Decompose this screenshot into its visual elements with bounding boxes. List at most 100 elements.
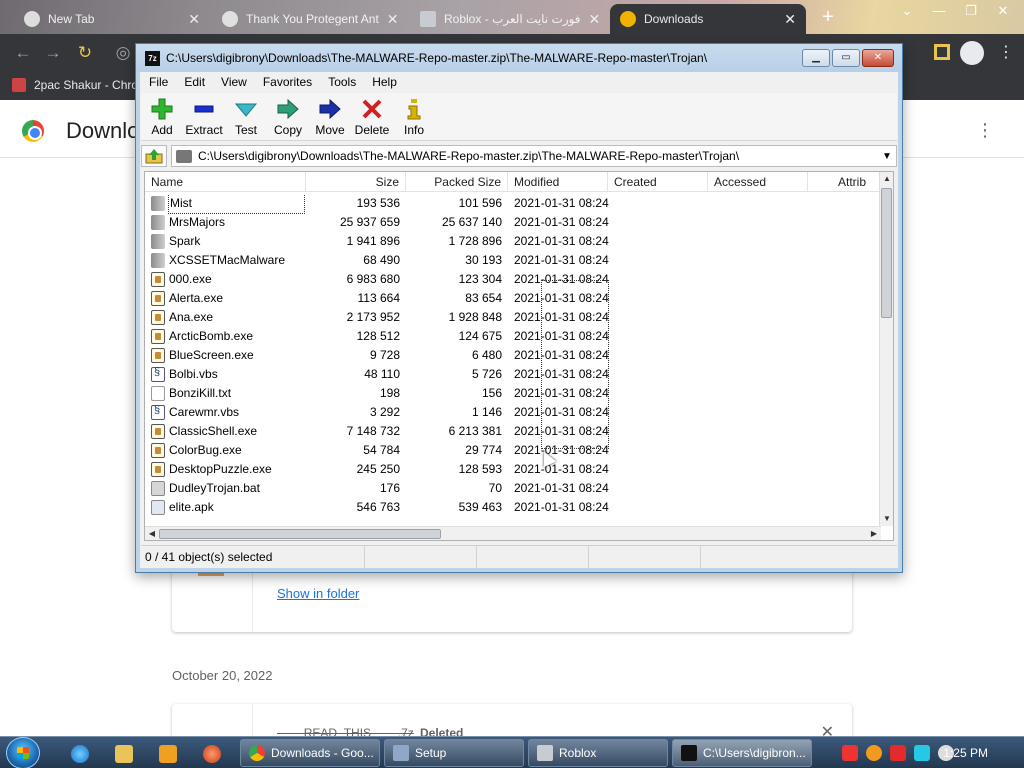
table-row[interactable]: Spark 1 941 896 1 728 896 2021-01-31 08:24	[145, 232, 881, 251]
menu-help[interactable]: Help	[364, 75, 405, 89]
table-row[interactable]: MrsMajors 25 937 659 25 637 140 2021-01-31 …	[145, 213, 881, 232]
add-button[interactable]: Add	[141, 93, 183, 141]
close-window-icon[interactable]: ✕	[990, 0, 1016, 22]
exe-file-icon	[151, 329, 165, 344]
address-input[interactable]: C:\Users\digibrony\Downloads\The-MALWARE…	[171, 145, 897, 167]
task-chrome-downloads[interactable]: Downloads - Goo...	[240, 739, 380, 767]
menu-file[interactable]: File	[141, 75, 176, 89]
cell-name: MrsMajors	[169, 215, 225, 229]
maximize-icon[interactable]: ❐	[958, 0, 984, 22]
tab-label: New Tab	[48, 12, 95, 26]
close-icon[interactable]: ✕	[188, 11, 200, 28]
close-icon[interactable]: ✕	[784, 11, 796, 28]
vertical-scrollbar[interactable]: ▲ ▼	[879, 172, 893, 526]
column-packed-size[interactable]: Packed Size	[406, 172, 508, 192]
chevron-down-icon[interactable]: ▼	[878, 151, 896, 162]
up-folder-button[interactable]	[141, 145, 167, 167]
test-button[interactable]: Test	[225, 93, 267, 141]
cell-modified: 2021-01-31 08:24	[514, 253, 609, 267]
date-heading: October 20, 2022	[172, 668, 273, 683]
browser-tab-downloads[interactable]: Downloads ✕	[610, 4, 806, 34]
menu-view[interactable]: View	[213, 75, 255, 89]
minimize-button[interactable]: ▁	[802, 49, 830, 67]
pinned-media-player[interactable]	[150, 741, 186, 767]
profile-avatar[interactable]	[960, 41, 984, 65]
pinned-internet-explorer[interactable]	[62, 741, 98, 767]
status-bar: 0 / 41 object(s) selected	[141, 545, 897, 568]
tab-search-icon[interactable]: ⌄	[894, 0, 920, 22]
back-arrow-icon[interactable]: ←	[12, 42, 34, 64]
close-icon[interactable]: ✕	[387, 11, 399, 28]
scrollbar-thumb[interactable]	[881, 188, 892, 318]
column-modified[interactable]: Modified	[508, 172, 608, 192]
browser-tab-new-tab[interactable]: New Tab ✕	[14, 4, 210, 34]
show-in-folder-link[interactable]: Show in folder	[277, 586, 359, 601]
copy-button[interactable]: Copy	[267, 93, 309, 141]
scroll-up-icon[interactable]: ▲	[880, 172, 893, 186]
scroll-down-icon[interactable]: ▼	[880, 512, 893, 526]
browser-tab-protegent[interactable]: Thank You Protegent Ant ✕	[212, 4, 408, 34]
task-roblox[interactable]: Roblox	[528, 739, 668, 767]
cell-packed-size: 6 480	[471, 348, 502, 362]
table-row[interactable]: ClassicShell.exe 7 148 732 6 213 381 2021-0…	[145, 422, 881, 441]
scroll-right-icon[interactable]: ▶	[867, 527, 881, 540]
close-button[interactable]: ✕	[862, 49, 894, 67]
bookmark-2pac[interactable]: 2pac Shakur - Chro	[12, 78, 138, 92]
task-setup[interactable]: Setup	[384, 739, 524, 767]
antivirus-tray-icon[interactable]	[842, 745, 858, 761]
table-row[interactable]: Ana.exe 2 173 952 1 928 848 2021-01-31 08:2…	[145, 308, 881, 327]
more-actions-icon[interactable]: ⋮	[976, 120, 994, 141]
extract-button[interactable]: Extract	[183, 93, 225, 141]
menu-edit[interactable]: Edit	[176, 75, 213, 89]
table-row[interactable]: Bolbi.vbs48 1105 7262021-01-31 08:24	[145, 365, 881, 384]
display-tray-icon[interactable]	[914, 745, 930, 761]
table-row[interactable]: ColorBug.exe 54 784 29 774 2021-01-31 08:24	[145, 441, 881, 460]
7zip-titlebar[interactable]: 7z C:\Users\digibrony\Downloads\The-MALW…	[136, 44, 902, 72]
minimize-icon[interactable]: —	[926, 0, 952, 22]
horizontal-scrollbar[interactable]: ◀ ▶	[145, 526, 881, 540]
extension-icon[interactable]	[934, 44, 950, 60]
table-row[interactable]: BlueScreen.exe 9 728 6 480 2021-01-31 08:24	[145, 346, 881, 365]
info-button[interactable]: Info	[393, 93, 435, 141]
table-row[interactable]: Alerta.exe 113 664 83 654 2021-01-31 08:24	[145, 289, 881, 308]
table-row[interactable]: elite.apk 546 763 539 463 2021-01-31 08:24	[145, 498, 881, 517]
scroll-left-icon[interactable]: ◀	[145, 527, 159, 540]
table-row[interactable]: 000.exe 6 983 680 123 304 2021-01-31 08:24	[145, 270, 881, 289]
clock[interactable]: 1:25 PM	[943, 746, 988, 760]
script-file-icon	[151, 366, 165, 382]
forward-arrow-icon[interactable]: →	[42, 42, 64, 64]
close-icon[interactable]: ✕	[589, 11, 601, 28]
table-row[interactable]: BonziKill.txt 198 156 2021-01-31 08:24	[145, 384, 881, 403]
browser-menu-icon[interactable]: ⋮	[998, 42, 1014, 62]
site-info-icon[interactable]: ◎	[112, 42, 134, 64]
column-size[interactable]: Size	[306, 172, 406, 192]
reload-icon[interactable]: ↻	[74, 42, 96, 64]
new-tab-button[interactable]: +	[816, 6, 840, 30]
move-button[interactable]: Move	[309, 93, 351, 141]
browser-tab-roblox[interactable]: Roblox - فورت نايت العرب ✕	[410, 4, 608, 34]
table-row[interactable]: ArcticBomb.exe 128 512 124 675 2021-01-31 0…	[145, 327, 881, 346]
flag-tray-icon[interactable]	[890, 745, 906, 761]
delete-button[interactable]: Delete	[351, 93, 393, 141]
maximize-button[interactable]: ▭	[832, 49, 860, 67]
task-7zip[interactable]: C:\Users\digibron...	[672, 739, 812, 767]
column-attrib[interactable]: Attrib	[808, 172, 881, 192]
table-row[interactable]: Mist 193 536 101 596 2021-01-31 08:24	[145, 194, 881, 214]
column-accessed[interactable]: Accessed	[708, 172, 808, 192]
scrollbar-thumb[interactable]	[159, 529, 441, 539]
copy-arrow-icon	[276, 97, 300, 121]
status-cell	[477, 545, 589, 568]
pinned-paint[interactable]	[194, 741, 230, 767]
start-button[interactable]	[6, 737, 40, 768]
search-tray-icon[interactable]	[866, 745, 882, 761]
table-row[interactable]: XCSSETMacMalware 68 490 30 193 2021-01-31 0…	[145, 251, 881, 270]
page-title: Downlo	[66, 118, 140, 143]
pinned-explorer[interactable]	[106, 741, 142, 767]
table-row[interactable]: DudleyTrojan.bat 176 70 2021-01-31 08:24	[145, 479, 881, 498]
column-created[interactable]: Created	[608, 172, 708, 192]
column-name[interactable]: Name	[145, 172, 306, 192]
menu-favorites[interactable]: Favorites	[255, 75, 320, 89]
table-row[interactable]: DesktopPuzzle.exe 245 250 128 593 2021-01-3…	[145, 460, 881, 479]
menu-tools[interactable]: Tools	[320, 75, 364, 89]
table-row[interactable]: Carewmr.vbs3 2921 1462021-01-31 08:24	[145, 403, 881, 422]
